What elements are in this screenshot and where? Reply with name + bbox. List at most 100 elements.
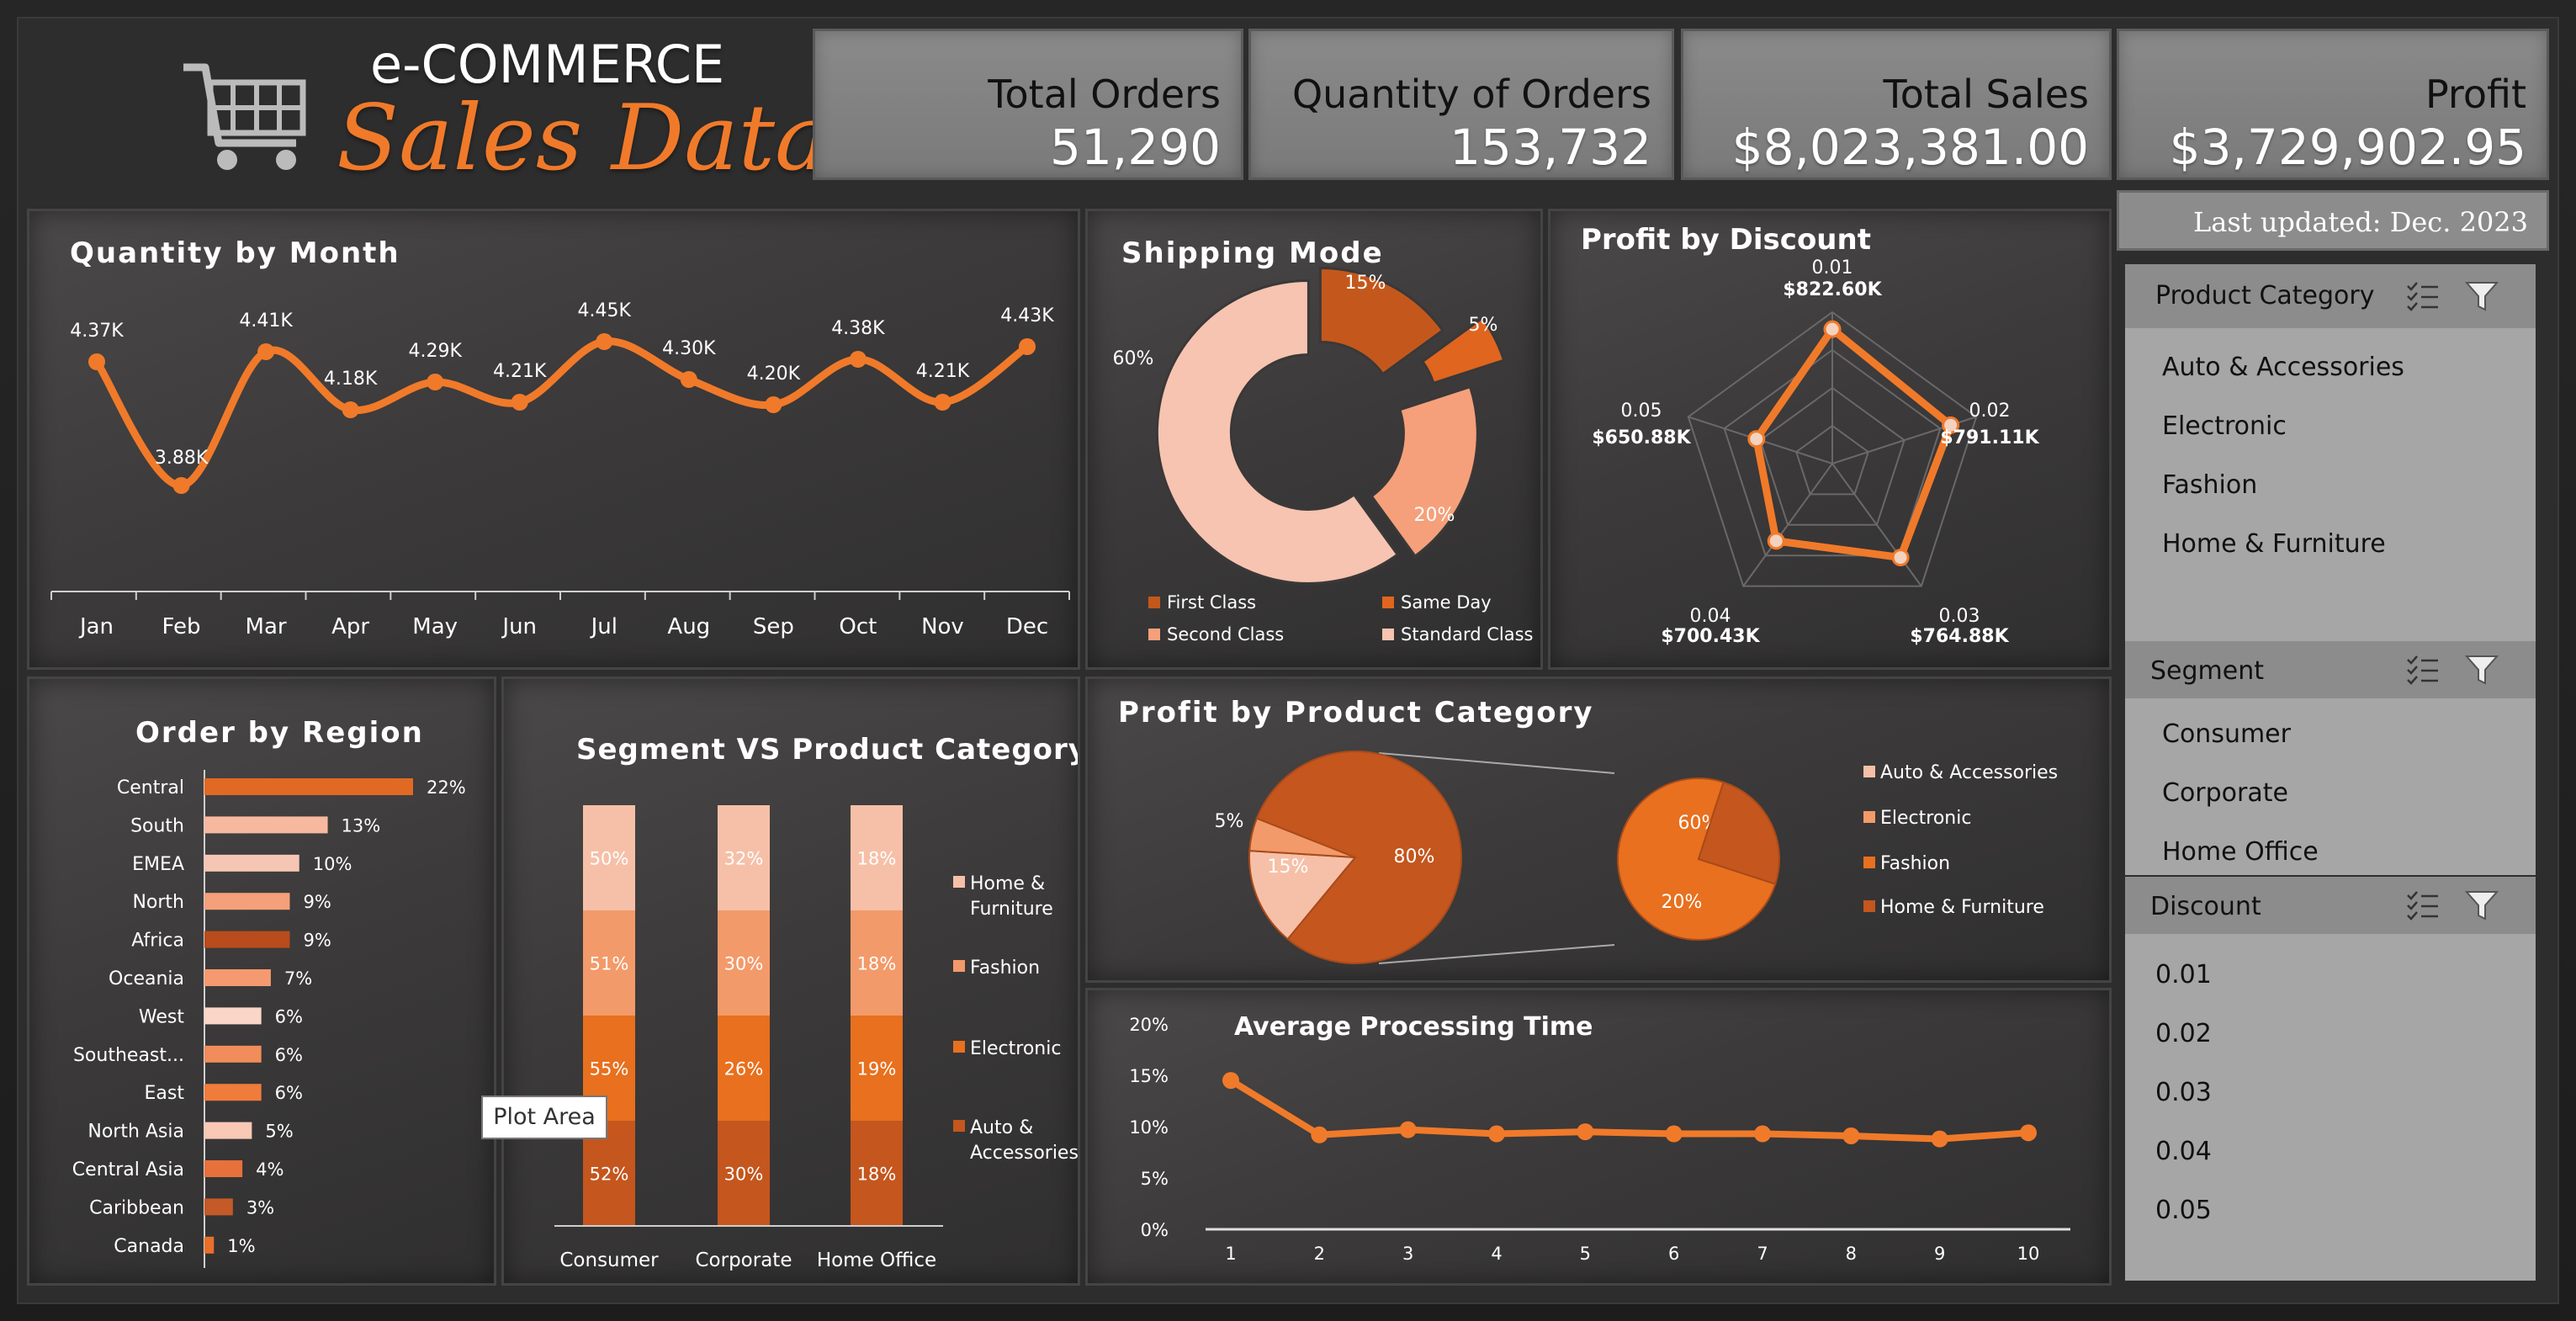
radar-value: $822.60K [1783,279,1882,300]
value-label: 7% [284,968,312,989]
slicer-title: Discount [2150,892,2261,921]
donut-slice [1370,385,1479,559]
slice-label: 20% [1414,505,1455,526]
x-tick-label: May [412,614,458,639]
slice-label: 20% [1662,892,1703,913]
radar-point [1891,549,1910,567]
kpi-value: 51,290 [1050,119,1221,176]
legend-label: Home & Furniture [1880,897,2044,918]
category-label: Caribbean [89,1197,184,1218]
data-point [342,401,359,418]
slicer-item[interactable]: Corporate [2125,764,2536,823]
data-label: 4.29K [408,341,462,362]
order-by-region-panel: Order by Region Central 22% South 13% EMEA 10… [27,676,496,1286]
bar [204,893,290,910]
slicer-header: Product Category [2125,264,2536,328]
slicer-list: Auto & Accessories Electronic Fashion Ho… [2125,328,2536,651]
x-tick-label: 10 [2017,1244,2040,1264]
legend-swatch [953,876,965,888]
processing-time-chart[interactable]: 0% 5% 10% 15% 20% 1 2 3 4 5 6 7 8 9 10 [1088,990,2112,1286]
segment-label: 26% [724,1059,764,1080]
data-label: 4.41K [239,310,293,332]
shipping-mode-chart[interactable]: 15% 5% 20% 60% First Class Same Day Second Cla… [1088,211,1543,670]
slicer-item[interactable]: 0.02 [2125,1005,2536,1064]
x-tick-label: Apr [331,614,369,639]
value-label: 9% [303,892,331,912]
multi-select-icon[interactable] [2404,278,2441,315]
data-point [680,371,697,388]
logo-line2: Sales Data [337,86,830,191]
multi-select-icon[interactable] [2404,887,2441,924]
profit-by-discount-chart[interactable]: 0.01$822.60K 0.02 $791.11K 0.03$764.88K 0.04… [1550,211,2112,670]
segment-label: 50% [590,849,629,869]
bar [204,854,299,872]
x-tick-label: 9 [1934,1244,1945,1264]
value-label: 10% [313,854,352,874]
logo: e-COMMERCE Sales Data [177,34,829,202]
segment-label: 32% [724,849,764,869]
data-point [2020,1124,2037,1142]
slicer-item[interactable]: Consumer [2125,705,2536,764]
x-tick-label: Corporate [696,1249,792,1271]
legend-swatch [1863,811,1875,823]
order-by-region-chart[interactable]: Central 22% South 13% EMEA 10% North 9% Africa 9%… [29,679,496,1286]
data-label: 4.45K [578,300,632,321]
value-label: 6% [275,1006,303,1027]
slice-label: 60% [1113,348,1154,369]
segment-label: 19% [857,1059,897,1080]
quantity-by-month-chart[interactable]: 4.37K Jan 3.88K Feb 4.41K Mar 4.18K Apr 4.29K May… [29,211,1080,670]
legend-swatch [1863,900,1875,912]
kpi-value: 153,732 [1450,119,1651,176]
legend-swatch [953,960,965,972]
clear-filter-icon[interactable] [2463,278,2500,315]
clear-filter-icon[interactable] [2463,887,2500,924]
legend-swatch [1863,766,1875,777]
category-label: South [130,815,184,836]
bar [204,1198,233,1216]
data-point [1019,338,1036,355]
x-tick-label: 6 [1668,1244,1679,1264]
slicer-item[interactable]: Home Office [2125,823,2536,882]
segment-vs-category-chart[interactable]: 52% 55% 51% 50% Consumer 30% 26% 30% 32% Corporat… [504,679,1080,1286]
slicer-item[interactable]: 0.01 [2125,946,2536,1005]
slicer-item[interactable]: 0.04 [2125,1122,2536,1181]
y-tick-label: 20% [1129,1015,1169,1035]
y-tick-label: 0% [1141,1220,1169,1240]
kpi-total-sales: Total Sales $8,023,381.00 [1681,29,2112,180]
kpi-label: Quantity of Orders [1291,72,1651,117]
x-tick-label: 5 [1580,1244,1591,1264]
data-label: 4.18K [324,369,378,390]
x-tick-label: 3 [1402,1244,1413,1264]
data-point [427,374,444,390]
slicer-item[interactable]: Auto & Accessories [2125,338,2536,397]
dashboard: e-COMMERCE Sales Data Total Orders 51,29… [0,0,2576,1321]
data-label: 4.30K [662,338,716,359]
bar [204,969,271,986]
category-label: West [139,1006,184,1027]
profit-by-category-chart[interactable]: 15%5%80%60%20%Auto & AccessoriesElectron… [1088,679,2112,983]
last-updated-badge: Last updated: Dec. 2023 [2117,190,2549,251]
slice-label: 15% [1268,857,1309,878]
slicer-item[interactable]: 0.03 [2125,1064,2536,1122]
data-point [257,343,275,360]
radar-value: $791.11K [1940,427,2039,448]
slicer-item[interactable]: Fashion [2125,456,2536,515]
x-tick-label: Feb [162,614,201,639]
legend-label: Fashion [1880,853,1950,874]
data-point [849,351,867,368]
radar-value: $764.88K [1910,626,2009,647]
category-label: North Asia [87,1122,184,1143]
slicer-item[interactable]: Home & Furniture [2125,515,2536,574]
slicer-item[interactable]: Electronic [2125,397,2536,456]
legend-swatch [1382,629,1394,640]
data-point [765,396,782,413]
data-point [1842,1127,1860,1144]
multi-select-icon[interactable] [2404,651,2441,688]
slicer-header: Discount [2125,877,2536,934]
kpi-label: Total Orders [988,72,1221,117]
clear-filter-icon[interactable] [2463,651,2500,688]
data-point [596,333,613,350]
slicer-item[interactable]: 0.05 [2125,1181,2536,1240]
data-point [172,477,190,494]
series-line [1228,1077,2029,1143]
